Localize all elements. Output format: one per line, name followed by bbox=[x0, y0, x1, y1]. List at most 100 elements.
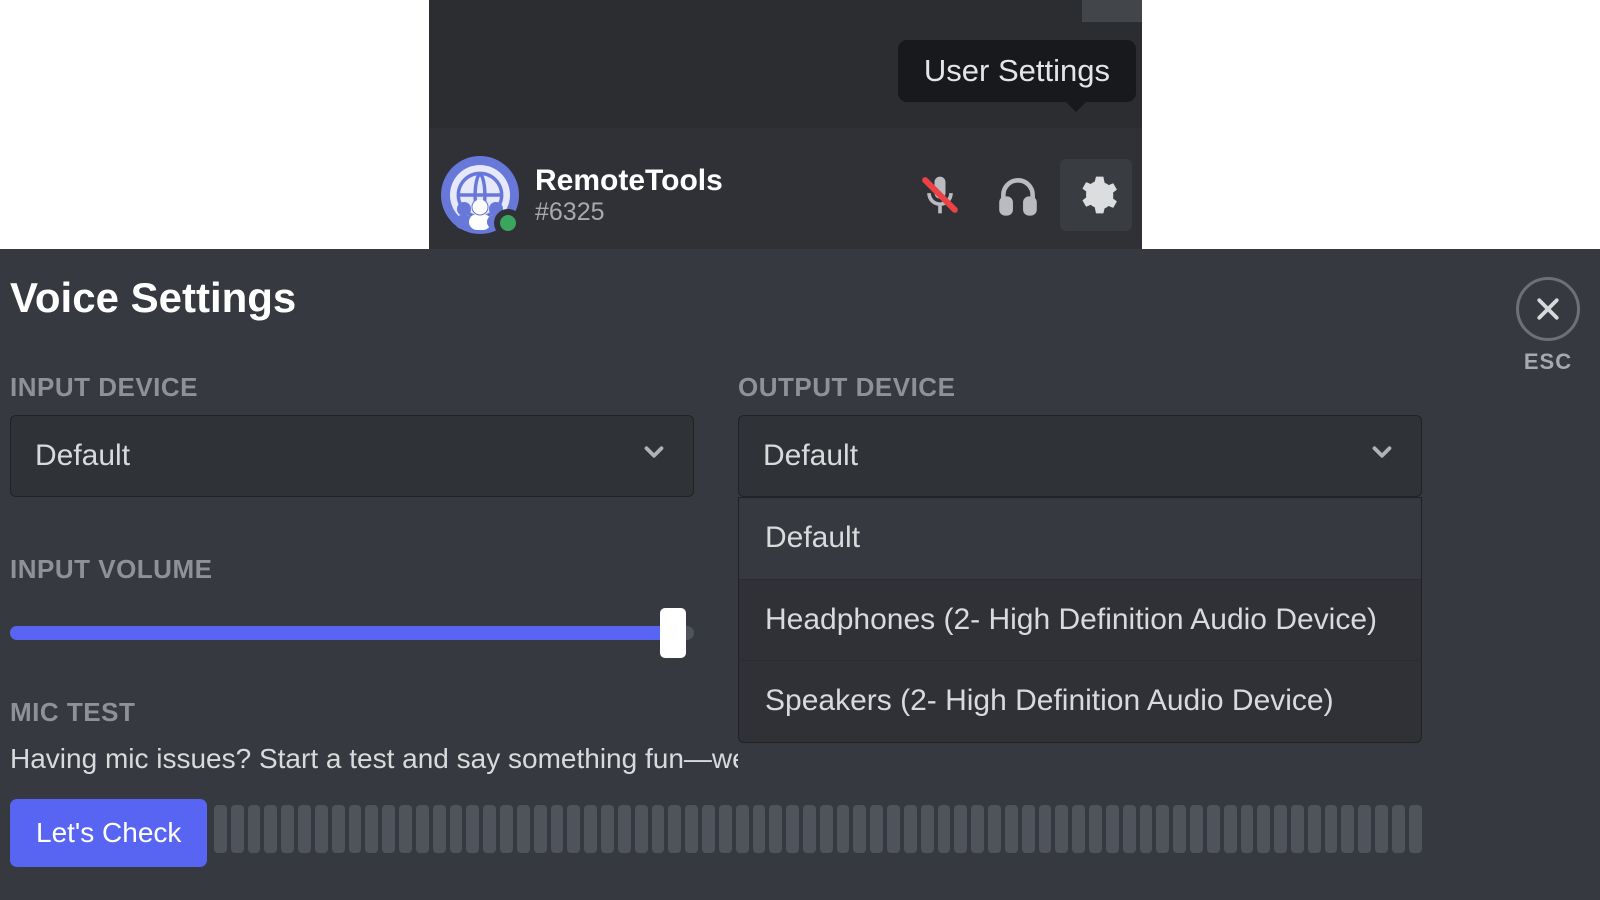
mic-meter-bar bbox=[551, 805, 564, 853]
user-discriminator: #6325 bbox=[535, 199, 723, 227]
mic-meter-bar bbox=[349, 805, 362, 853]
mic-meter-bar bbox=[652, 805, 665, 853]
mic-meter-bar bbox=[1055, 805, 1068, 853]
mic-meter-bar bbox=[938, 805, 951, 853]
mic-meter-bar bbox=[618, 805, 631, 853]
mic-meter-bar bbox=[1375, 805, 1388, 853]
mic-meter-bar bbox=[1072, 805, 1085, 853]
dropdown-option[interactable]: Default bbox=[739, 498, 1421, 579]
mic-meter-bar bbox=[214, 805, 227, 853]
mic-level-meter bbox=[214, 805, 1422, 853]
mute-mic-button[interactable] bbox=[904, 159, 976, 231]
username: RemoteTools bbox=[535, 164, 723, 199]
mic-meter-bar bbox=[382, 805, 395, 853]
user-controls bbox=[904, 159, 1142, 231]
mic-meter-bar bbox=[601, 805, 614, 853]
mic-meter-bar bbox=[1089, 805, 1102, 853]
mic-test-label: MIC TEST bbox=[10, 697, 135, 728]
mic-meter-bar bbox=[298, 805, 311, 853]
user-settings-button[interactable] bbox=[1060, 159, 1132, 231]
mic-meter-bar bbox=[1156, 805, 1169, 853]
page-title: Voice Settings bbox=[10, 274, 296, 322]
user-panel: User Settings RemoteTools #6 bbox=[429, 0, 1142, 249]
mic-meter-bar bbox=[1207, 805, 1220, 853]
mic-meter-bar bbox=[1241, 805, 1254, 853]
mic-test-help: Having mic issues? Start a test and say … bbox=[10, 743, 738, 775]
mic-meter-bar bbox=[1409, 805, 1422, 853]
dropdown-option[interactable]: Headphones (2- High Definition Audio Dev… bbox=[739, 579, 1421, 661]
mic-meter-bar bbox=[1173, 805, 1186, 853]
mic-meter-bar bbox=[1140, 805, 1153, 853]
mic-meter-bar bbox=[365, 805, 378, 853]
mic-meter-bar bbox=[719, 805, 732, 853]
mic-meter-bar bbox=[248, 805, 261, 853]
mic-meter-bar bbox=[753, 805, 766, 853]
close-icon bbox=[1533, 294, 1563, 324]
output-device-label: OUTPUT DEVICE bbox=[738, 372, 955, 403]
mic-meter-bar bbox=[1274, 805, 1287, 853]
input-device-value: Default bbox=[35, 439, 130, 473]
mic-meter-bar bbox=[1358, 805, 1371, 853]
mic-meter-bar bbox=[567, 805, 580, 853]
mic-meter-bar bbox=[1257, 805, 1270, 853]
mic-meter-bar bbox=[466, 805, 479, 853]
mic-meter-bar bbox=[887, 805, 900, 853]
gear-icon bbox=[1074, 173, 1118, 217]
mic-meter-bar bbox=[416, 805, 429, 853]
mic-meter-bar bbox=[904, 805, 917, 853]
slider-thumb[interactable] bbox=[660, 608, 686, 658]
mic-meter-bar bbox=[517, 805, 530, 853]
output-device-select[interactable]: Default bbox=[738, 415, 1422, 497]
mic-meter-bar bbox=[500, 805, 513, 853]
mic-meter-bar bbox=[853, 805, 866, 853]
close-button[interactable] bbox=[1516, 277, 1580, 341]
mic-meter-bar bbox=[685, 805, 698, 853]
mic-meter-bar bbox=[971, 805, 984, 853]
mic-meter-bar bbox=[769, 805, 782, 853]
mic-meter-bar bbox=[1224, 805, 1237, 853]
mic-meter-bar bbox=[281, 805, 294, 853]
mic-meter-bar bbox=[315, 805, 328, 853]
mic-meter-bar bbox=[954, 805, 967, 853]
mic-meter-bar bbox=[786, 805, 799, 853]
headphones-icon bbox=[996, 173, 1040, 217]
mic-meter-bar bbox=[584, 805, 597, 853]
deafen-button[interactable] bbox=[982, 159, 1054, 231]
tooltip-text: User Settings bbox=[924, 53, 1110, 88]
output-device-value: Default bbox=[763, 439, 858, 473]
dropdown-option[interactable]: Speakers (2- High Definition Audio Devic… bbox=[739, 660, 1421, 742]
input-volume-label: INPUT VOLUME bbox=[10, 554, 212, 585]
output-device-dropdown: Default Headphones (2- High Definition A… bbox=[738, 497, 1422, 743]
status-online-icon bbox=[494, 209, 522, 237]
slider-fill bbox=[10, 626, 673, 640]
mic-meter-bar bbox=[483, 805, 496, 853]
chevron-down-icon bbox=[1367, 437, 1397, 475]
mic-meter-bar bbox=[332, 805, 345, 853]
avatar[interactable] bbox=[441, 156, 519, 234]
input-device-label: INPUT DEVICE bbox=[10, 372, 198, 403]
chevron-down-icon bbox=[639, 437, 669, 475]
mic-test-button[interactable]: Let's Check bbox=[10, 799, 207, 867]
mic-meter-bar bbox=[668, 805, 681, 853]
mic-meter-bar bbox=[231, 805, 244, 853]
mic-meter-bar bbox=[803, 805, 816, 853]
mic-meter-bar bbox=[264, 805, 277, 853]
mic-meter-bar bbox=[399, 805, 412, 853]
input-device-select[interactable]: Default bbox=[10, 415, 694, 497]
mic-meter-bar bbox=[1308, 805, 1321, 853]
mic-meter-bar bbox=[1392, 805, 1405, 853]
esc-label: ESC bbox=[1524, 349, 1572, 375]
user-row: RemoteTools #6325 bbox=[429, 141, 1142, 249]
mic-meter-bar bbox=[1325, 805, 1338, 853]
mic-meter-bar bbox=[820, 805, 833, 853]
close-group: ESC bbox=[1516, 277, 1580, 375]
mic-meter-bar bbox=[450, 805, 463, 853]
mic-meter-bar bbox=[1291, 805, 1304, 853]
scrollbar-stub bbox=[1082, 0, 1142, 22]
mic-meter-bar bbox=[736, 805, 749, 853]
mic-meter-bar bbox=[433, 805, 446, 853]
input-volume-slider[interactable] bbox=[10, 613, 694, 653]
mic-meter-bar bbox=[1005, 805, 1018, 853]
mic-meter-bar bbox=[1123, 805, 1136, 853]
voice-settings-panel: Voice Settings ESC INPUT DEVICE OUTPUT D… bbox=[0, 249, 1600, 900]
